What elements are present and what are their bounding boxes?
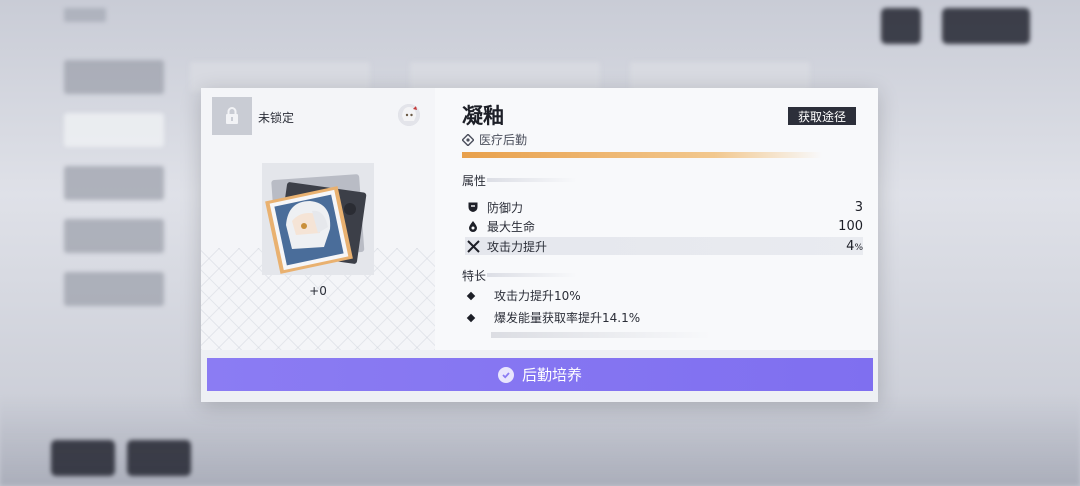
rarity-bar (462, 152, 822, 158)
trait-text: 攻击力提升10% (494, 289, 581, 303)
bg-bottom-button (51, 440, 115, 476)
section-divider (487, 273, 577, 277)
trait-item: 攻击力提升10% (465, 287, 581, 304)
stat-row-max-hp: 最大生命 100 (465, 217, 863, 235)
stat-value: 3 (854, 199, 863, 215)
item-type-label: 医疗后勤 (479, 133, 528, 147)
drop-icon (465, 220, 481, 232)
logistics-train-button[interactable]: 后勤培养 (207, 358, 873, 391)
trait-item: 爆发能量获取率提升14.1% (465, 309, 640, 326)
stat-row-attack-boost: 攻击力提升 4% (465, 237, 863, 255)
bg-home-button (881, 8, 921, 44)
diamond-bullet-icon (466, 313, 476, 322)
stat-name: 攻击力提升 (487, 239, 548, 254)
stat-name: 防御力 (487, 200, 524, 215)
item-info-pane: 凝釉 医疗后勤 获取途径 属性 防御力 3 最大生命 100 攻击力提升 4% … (435, 88, 878, 350)
logistics-gear-icon (462, 133, 474, 146)
bg-back-button (942, 8, 1030, 44)
equipped-character-avatar[interactable] (398, 104, 420, 126)
stat-name: 最大生命 (487, 219, 536, 234)
character-card-icon (265, 174, 367, 274)
stat-row-defense: 防御力 3 (465, 198, 863, 216)
train-button-label: 后勤培养 (521, 366, 582, 384)
item-name: 凝釉 (462, 104, 504, 128)
stat-value: 4% (846, 239, 863, 254)
item-type: 医疗后勤 (462, 131, 527, 148)
diamond-bullet-icon (466, 291, 476, 300)
acquire-source-button[interactable]: 获取途径 (788, 107, 856, 125)
bg-bottom-button (127, 440, 191, 476)
item-card-art (262, 163, 374, 275)
bg-side-tab (64, 272, 164, 306)
bg-header-label (64, 8, 106, 22)
bg-side-tab (64, 60, 164, 94)
trait-overflow-fade (491, 332, 711, 338)
lock-toggle[interactable] (212, 97, 252, 135)
section-divider (487, 178, 577, 182)
attributes-section-label: 属性 (462, 174, 487, 188)
bg-side-tab-active (64, 113, 164, 147)
item-level: +0 (309, 284, 327, 298)
logistics-detail-modal: 未锁定 +0 凝釉 医疗后勤 获取途径 属性 防御力 3 最大生命 100 攻击… (201, 88, 878, 402)
trait-text: 爆发能量获取率提升14.1% (494, 311, 641, 325)
stat-value: 100 (838, 218, 863, 234)
character-avatar-icon (398, 104, 420, 126)
lock-status-label: 未锁定 (258, 111, 295, 125)
item-preview-pane: 未锁定 +0 (201, 88, 435, 350)
traits-section-label: 特长 (462, 269, 487, 283)
bg-side-tab (64, 166, 164, 200)
check-icon (497, 366, 514, 383)
crossed-swords-icon (465, 239, 481, 253)
stat-value-unit: % (854, 242, 863, 253)
shield-icon (465, 201, 481, 213)
bg-side-tab (64, 219, 164, 253)
lock-icon (226, 107, 238, 124)
